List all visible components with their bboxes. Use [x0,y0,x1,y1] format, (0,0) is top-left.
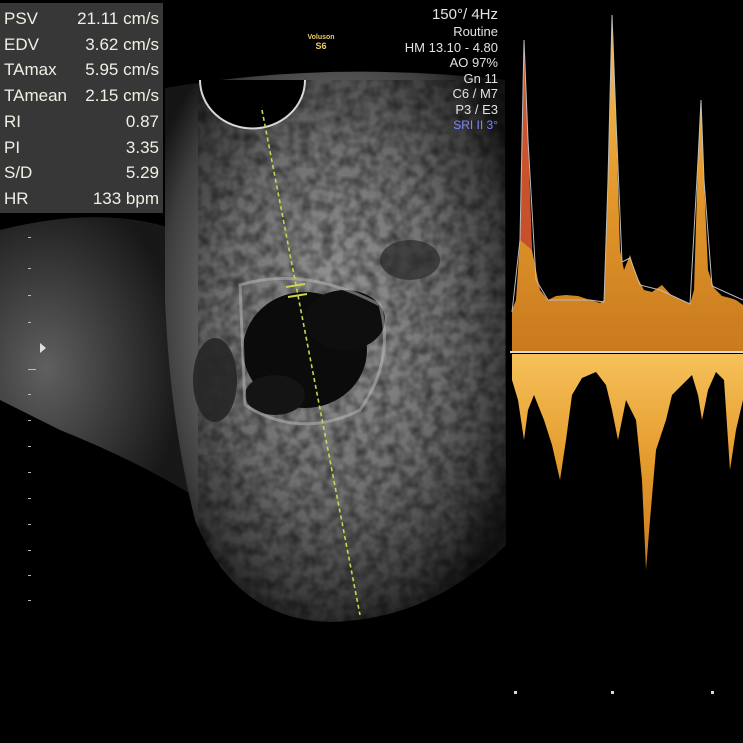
depth-tick [28,600,31,601]
persistence: P3 / E3 [455,101,498,117]
measure-label: HR [4,189,29,208]
measure-value: 3.62 cm/s [85,35,159,54]
measure-label: PSV [4,9,39,28]
depth-tick [28,268,31,269]
depth-tick [28,295,31,296]
depth-tick [28,524,31,525]
voluson-logo: Voluson S6 [296,33,346,51]
depth-tick [28,472,31,473]
measure-row-sd: S/D 5.29 [0,160,163,185]
measure-value: 21.11 cm/s [77,9,159,28]
depth-tick [28,446,31,447]
measure-label: PI [4,138,21,157]
doppler-spectrum [510,0,743,743]
measure-value: 2.15 cm/s [85,86,159,105]
measure-value: 5.95 cm/s [85,60,159,79]
measure-row-psv: PSV 21.11 cm/s [0,6,163,31]
sri-setting: SRI II 3° [453,117,498,132]
time-marker [514,691,517,694]
acoustic-output: AO 97% [449,55,498,71]
measure-label: RI [4,112,21,131]
preset-label: Routine [453,24,498,39]
depth-tick [28,420,31,421]
measure-value: 0.87 [125,112,159,131]
depth-tick [28,575,31,576]
depth-tick [28,550,31,551]
gain-value: Gn 11 [463,70,498,86]
measure-value: 133 bpm [92,189,159,208]
depth-tick [28,322,31,323]
depth-tick-major [28,369,36,370]
measure-label: S/D [4,163,33,182]
time-marker [711,691,714,694]
time-marker [611,691,614,694]
harmonic-frequency: HM 13.10 - 4.80 [404,39,498,55]
measurement-panel: PSV 21.11 cm/s EDV 3.62 cm/s TAmax 5.95 … [0,3,163,213]
scan-parameters: 150°/ 4Hz Routine HM 13.10 - 4.80 AO 97%… [360,6,498,133]
measure-row-pi: PI 3.35 [0,135,163,160]
ultrasound-screen: PSV 21.11 cm/s EDV 3.62 cm/s TAmax 5.95 … [0,0,743,743]
depth-tick [28,237,31,238]
measure-row-tamax: TAmax 5.95 cm/s [0,57,163,82]
measure-label: TAmax [4,60,57,79]
measure-row-hr: HR 133 bpm [0,186,163,211]
measure-row-ri: RI 0.87 [0,109,163,134]
angle-rate: 150°/ 4Hz [431,6,498,23]
measure-value: 5.29 [125,163,159,182]
measure-label: TAmean [4,86,67,105]
logo-model: S6 [315,41,327,51]
measure-value: 3.35 [125,138,159,157]
measure-row-edv: EDV 3.62 cm/s [0,32,163,57]
measure-label: EDV [4,35,39,54]
focus-marker-icon[interactable] [40,343,46,353]
cri-map: C6 / M7 [452,86,498,102]
measure-row-tamean: TAmean 2.15 cm/s [0,83,163,108]
depth-tick [28,498,31,499]
depth-tick [28,394,31,395]
